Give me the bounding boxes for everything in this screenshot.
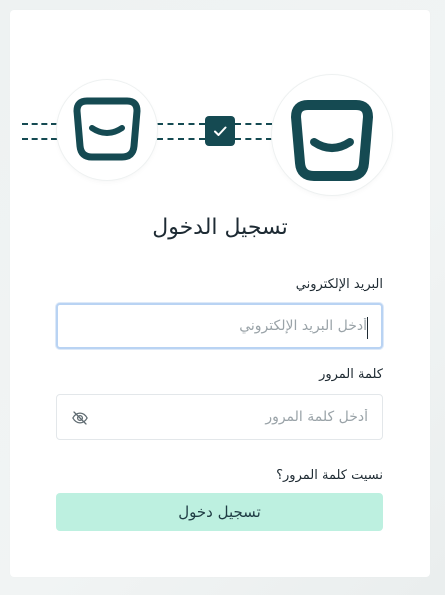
login-page: تسجيل الدخول البريد الإلكتروني كلمة المر…	[0, 0, 445, 595]
dashed-line-middle-bottom	[157, 138, 205, 140]
small-logo-circle	[57, 80, 157, 180]
eye-slash-icon[interactable]	[71, 409, 89, 427]
page-title: تسجيل الدخول	[152, 215, 288, 240]
smile-logo-icon	[291, 100, 373, 181]
dashed-line-right-bottom	[235, 138, 272, 140]
password-label: كلمة المرور	[319, 367, 383, 382]
dashed-line-left-top	[22, 123, 57, 125]
forgot-password-link[interactable]: نسيت كلمة المرور؟	[276, 468, 383, 483]
large-logo-circle	[272, 75, 392, 195]
text-caret	[367, 317, 368, 339]
email-field-wrapper	[56, 303, 383, 349]
smile-logo-icon	[73, 97, 141, 161]
email-label: البريد الإلكتروني	[295, 277, 383, 292]
dashed-line-right-top	[235, 123, 272, 125]
password-input[interactable]	[57, 395, 382, 439]
checkmark-icon	[214, 126, 227, 136]
dashed-line-middle-top	[157, 123, 205, 125]
login-button[interactable]: تسجيل دخول	[56, 493, 383, 531]
password-field-wrapper	[56, 394, 383, 440]
hero-illustration	[10, 10, 430, 200]
dashed-line-left-bottom	[22, 138, 57, 140]
login-card: تسجيل الدخول البريد الإلكتروني كلمة المر…	[10, 10, 430, 577]
email-input[interactable]	[58, 305, 381, 347]
connector-check-badge	[205, 116, 235, 146]
